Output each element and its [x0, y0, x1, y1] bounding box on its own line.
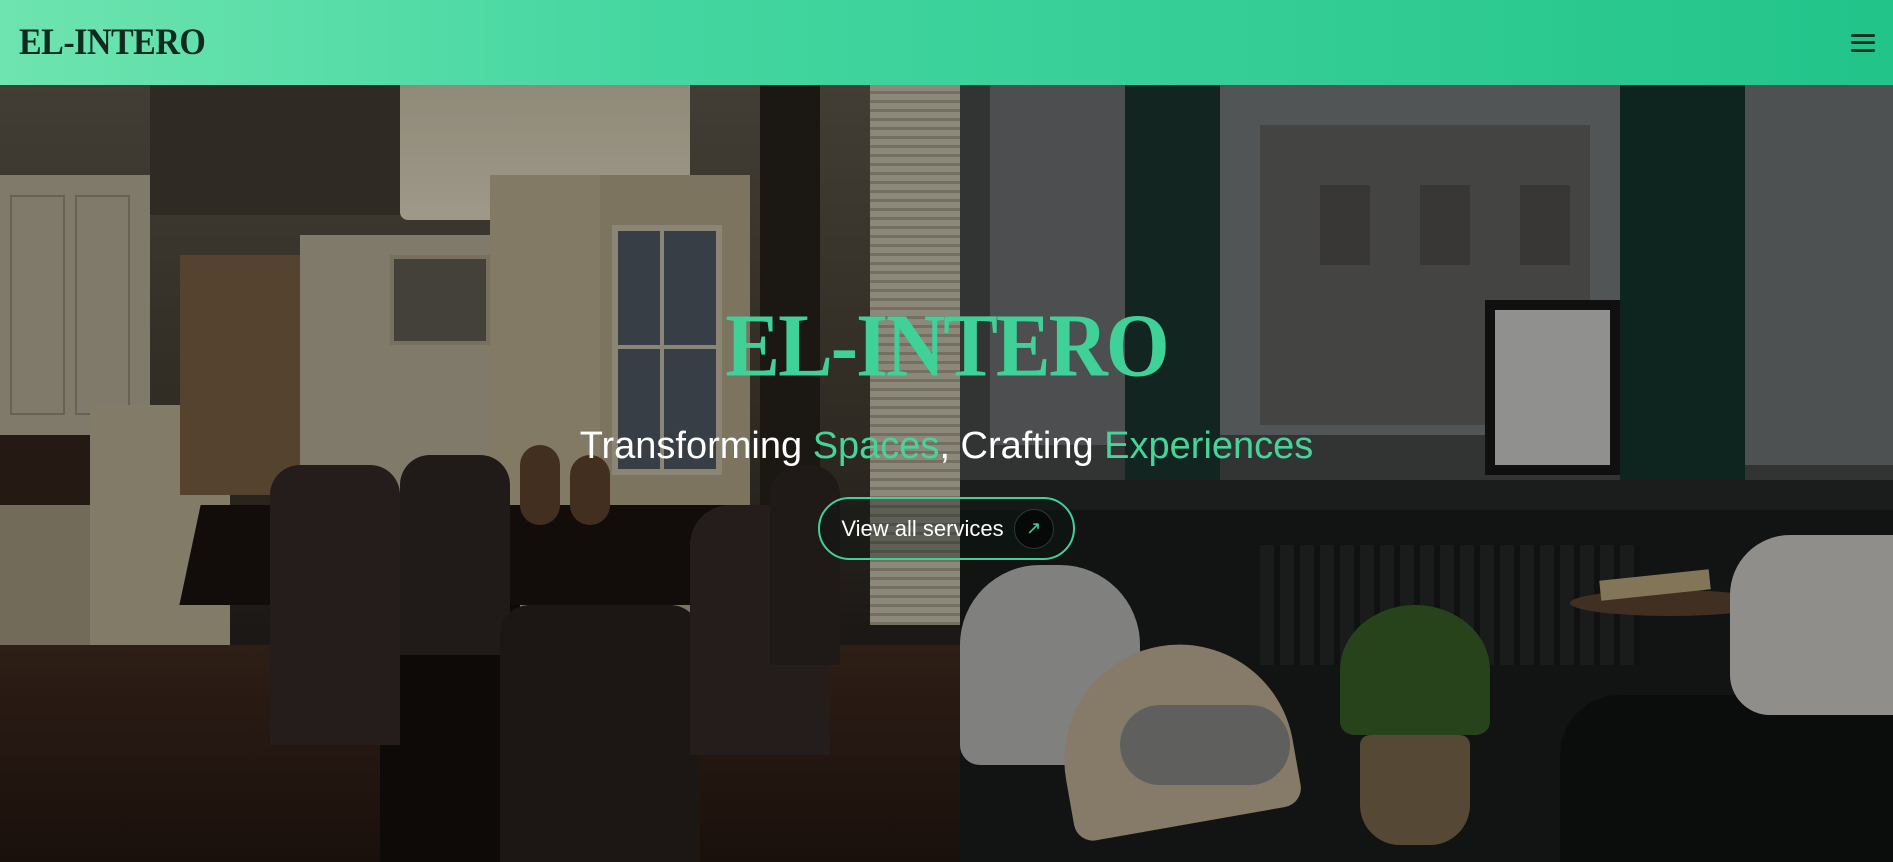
site-logo[interactable]: EL-INTERO	[19, 22, 206, 63]
hamburger-menu-icon[interactable]	[1851, 32, 1875, 54]
hero-content: EL-INTERO Transforming Spaces, Crafting …	[0, 85, 1893, 862]
tagline-text: , Crafting	[939, 425, 1105, 467]
hero-section: EL-INTERO Transforming Spaces, Crafting …	[0, 85, 1893, 862]
menu-line	[1851, 48, 1875, 52]
tagline-accent-spaces: Spaces	[812, 425, 940, 467]
hero-tagline: Transforming Spaces, Crafting Experience…	[580, 427, 1314, 465]
menu-line	[1851, 41, 1875, 44]
tagline-accent-experiences: Experiences	[1104, 425, 1314, 467]
arrow-up-right-icon: ↗	[1013, 508, 1054, 549]
tagline-text: Transforming	[579, 425, 813, 467]
top-navbar: EL-INTERO	[0, 0, 1893, 85]
cta-label: View all services	[841, 515, 1004, 541]
hero-logo: EL-INTERO	[725, 295, 1169, 396]
menu-line	[1851, 33, 1875, 37]
view-all-services-button[interactable]: View all services ↗	[818, 497, 1075, 560]
